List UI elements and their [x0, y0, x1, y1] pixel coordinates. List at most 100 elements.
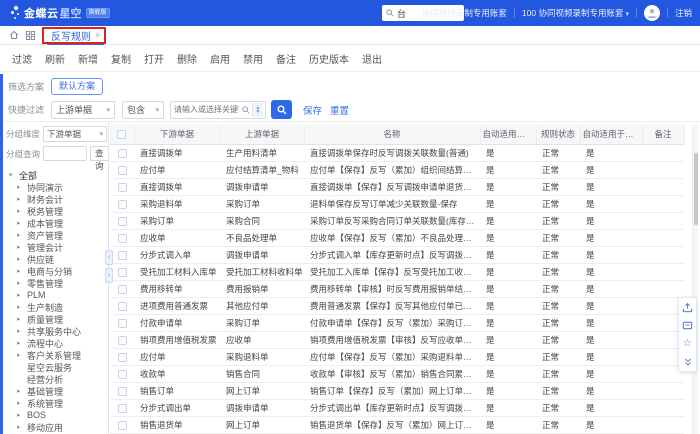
- row-checkbox[interactable]: [118, 268, 127, 277]
- table-row[interactable]: 采购退料单 采购订单 退料单保存反写订单减少关联数量-保存 是 正常 是: [110, 195, 684, 212]
- row-checkbox[interactable]: [118, 370, 127, 379]
- table-row[interactable]: 受托加工材料入库单 受托加工材料收料单 受托加工入库单【保存】反写受托加工收料单…: [110, 263, 684, 280]
- tree-item[interactable]: ▸ 财务会计: [3, 193, 108, 205]
- tree-item[interactable]: ▸ 质量管理: [3, 313, 108, 325]
- row-checkbox[interactable]: [118, 387, 127, 396]
- reset-filter-link[interactable]: 重置: [330, 103, 349, 117]
- org-selector[interactable]: 100 协同视频录制专用账套▾: [522, 7, 629, 19]
- tree-item[interactable]: ▸ 电商与分销: [3, 265, 108, 277]
- toolbar-button[interactable]: 禁用: [243, 51, 263, 66]
- avatar[interactable]: [644, 5, 660, 21]
- toolbar-button[interactable]: 历史版本: [309, 51, 349, 66]
- table-row[interactable]: 销项费用增值税发票 应收单 销项费用增值税发票【审核】反写应收单（累加）已开票金…: [110, 331, 684, 348]
- column-header[interactable]: 下游单据: [134, 125, 220, 144]
- tree-item[interactable]: ▸ 移动应用: [3, 421, 108, 433]
- tree-collapsed-icon[interactable]: ▸: [17, 387, 24, 395]
- table-row[interactable]: 直接调拨单 生产用料清单 直接调拨单保存时反写调拨关联数量(普通) 是 正常 是: [110, 144, 684, 161]
- table-row[interactable]: 销售订单 网上订单 销售订单【保存】反写（累加）网上订单关联订单数量 是 正常 …: [110, 382, 684, 399]
- tree-collapsed-icon[interactable]: ▸: [17, 303, 24, 311]
- keyword-input[interactable]: [171, 105, 242, 114]
- tree-collapsed-icon[interactable]: ▸: [17, 279, 24, 287]
- table-row[interactable]: 应付单 应付结算清单_物料 应付单【保存】反写（累加）组织间结算清单关联应付数量…: [110, 161, 684, 178]
- close-icon[interactable]: ×: [95, 30, 100, 40]
- tree-item[interactable]: ▸ BOS: [3, 409, 108, 421]
- select-all-checkbox[interactable]: [117, 130, 126, 139]
- tree-collapsed-icon[interactable]: ▸: [17, 399, 24, 407]
- tree-item[interactable]: ▸ 生产制造: [3, 301, 108, 313]
- toolbar-button[interactable]: 打开: [144, 51, 164, 66]
- column-header[interactable]: 规则状态: [536, 125, 580, 144]
- tree-item[interactable]: ▸ 资产管理: [3, 229, 108, 241]
- table-row[interactable]: 费用移转单 费用报销单 费用移转单【审核】时反写费用报销单结转金额 是 正常 是: [110, 280, 684, 297]
- operator-select[interactable]: 包含▾: [122, 101, 164, 119]
- quick-launch-icon[interactable]: [681, 301, 694, 314]
- table-row[interactable]: 销售退货单 网上订单 销售退货单【保存】反写（累加）网上订单关联退货数量 是 正…: [110, 416, 684, 433]
- row-checkbox[interactable]: [118, 421, 127, 430]
- tree-root-all[interactable]: ▾ 全部: [3, 169, 108, 181]
- tree-collapsed-icon[interactable]: ▸: [17, 267, 24, 275]
- row-checkbox[interactable]: [118, 251, 127, 260]
- tree-collapsed-icon[interactable]: ▸: [17, 231, 24, 239]
- tree-item[interactable]: ▸ 星空云服务: [3, 361, 108, 373]
- collapse-double-down-icon[interactable]: [681, 355, 694, 368]
- tree-item[interactable]: ▸ 税务管理: [3, 205, 108, 217]
- tree-collapsed-icon[interactable]: ▸: [17, 411, 24, 419]
- tree-collapsed-icon[interactable]: ▸: [17, 423, 24, 431]
- logout-button[interactable]: 注销: [675, 7, 692, 19]
- table-row[interactable]: 进项费用普通发票 其他应付单 费用普通发票【保存】反写其他应付单已生成发票 是 …: [110, 297, 684, 314]
- panel-collapse-handle[interactable]: ‹: [105, 250, 113, 265]
- tree-item[interactable]: ▸ 基础管理: [3, 385, 108, 397]
- table-row[interactable]: 应收单 不良品处理单 应收单【保存】反写（累加）不良品处理单折让选单金额 是 正…: [110, 229, 684, 246]
- row-checkbox[interactable]: [118, 200, 127, 209]
- menu-grid-icon[interactable]: [26, 31, 35, 40]
- table-row[interactable]: 应付单 采购退料单 应付单【保存】反写（累加）采购退料单关联应付金额 是 正常 …: [110, 348, 684, 365]
- tree-item[interactable]: ▸ 协同演示: [3, 181, 108, 193]
- table-row[interactable]: 采购订单 采购合同 采购订单反写采购合同订单关联数量(库存基准)-保存 是 正常…: [110, 212, 684, 229]
- row-checkbox[interactable]: [118, 217, 127, 226]
- favorite-icon[interactable]: ☆: [681, 337, 694, 350]
- toolbar-button[interactable]: 过滤: [12, 51, 32, 66]
- toolbar-button[interactable]: 刷新: [45, 51, 65, 66]
- table-row[interactable]: 收款单 销售合同 收款单【审核】反写（累加）销售合同累计收款金额 是 正常 是: [110, 365, 684, 382]
- row-checkbox[interactable]: [118, 285, 127, 294]
- tree-item[interactable]: ▸ 客户关系管理: [3, 349, 108, 361]
- search-button[interactable]: [271, 100, 292, 119]
- group-query-button[interactable]: 查询: [90, 146, 109, 161]
- tree-collapsed-icon[interactable]: ▸: [17, 195, 24, 203]
- row-checkbox[interactable]: [118, 336, 127, 345]
- scrollbar-thumb[interactable]: [694, 153, 698, 225]
- tree-item[interactable]: ▸ 经营分析: [3, 373, 108, 385]
- home-icon[interactable]: [9, 30, 19, 40]
- tree-collapsed-icon[interactable]: ▸: [17, 243, 24, 251]
- toolbar-button[interactable]: 新增: [78, 51, 98, 66]
- tree-item[interactable]: ▸ PLM: [3, 289, 108, 301]
- tree-collapsed-icon[interactable]: ▸: [17, 351, 24, 359]
- table-row[interactable]: 直接调拨单 调拨申请单 直接调拨单【保存】反写调拨申请单退货调出关联数量（退货）…: [110, 178, 684, 195]
- tree-collapsed-icon[interactable]: ▸: [17, 339, 24, 347]
- tree-collapsed-icon[interactable]: ▸: [17, 183, 24, 191]
- tree-collapsed-icon[interactable]: ▸: [17, 291, 24, 299]
- lookup-toggle-icon[interactable]: ▲▼: [252, 103, 263, 117]
- default-scheme-button[interactable]: 默认方案: [51, 78, 103, 95]
- toolbar-button[interactable]: 退出: [362, 51, 382, 66]
- table-scrollbar[interactable]: [692, 125, 698, 434]
- tab-write-back-rules[interactable]: 反写规则 ×: [47, 26, 104, 45]
- column-header[interactable]: 备注: [642, 125, 684, 144]
- tree-item[interactable]: ▸ 管理会计: [3, 241, 108, 253]
- column-header[interactable]: 上游单据: [220, 125, 304, 144]
- panel-expand-handle[interactable]: ›: [105, 268, 113, 283]
- column-header[interactable]: 自动适用于自由流程: [480, 125, 536, 144]
- tree-item[interactable]: ▸ 系统管理: [3, 397, 108, 409]
- toolbar-button[interactable]: 备注: [276, 51, 296, 66]
- toolbar-button[interactable]: 复制: [111, 51, 131, 66]
- row-checkbox[interactable]: [118, 353, 127, 362]
- tree-collapsed-icon[interactable]: ▸: [17, 219, 24, 227]
- column-header[interactable]: 名称: [304, 125, 480, 144]
- tree-item[interactable]: ▸ 供应链: [3, 253, 108, 265]
- table-row[interactable]: 分步式调入单 调拨申请单 分步式调入单【库存更新时点】反写调拨申请单退货调入数量…: [110, 246, 684, 263]
- tree-collapsed-icon[interactable]: ▸: [17, 255, 24, 263]
- tree-collapsed-icon[interactable]: ▸: [17, 207, 24, 215]
- toolbar-button[interactable]: 启用: [210, 51, 230, 66]
- save-filter-link[interactable]: 保存: [303, 103, 322, 117]
- toolbar-button[interactable]: 删除: [177, 51, 197, 66]
